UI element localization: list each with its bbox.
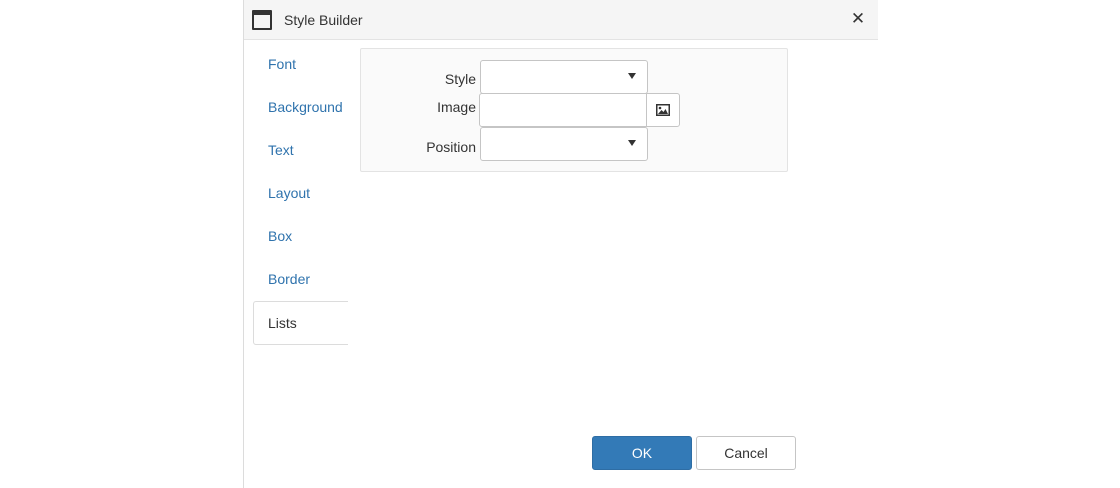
- tab-border[interactable]: Border: [253, 258, 348, 301]
- tab-background[interactable]: Background: [253, 86, 348, 129]
- style-label: Style: [444, 71, 476, 87]
- image-input[interactable]: [479, 93, 647, 127]
- image-label: Image: [437, 99, 476, 115]
- close-icon[interactable]: ✕: [848, 9, 868, 29]
- tab-font[interactable]: Font: [253, 43, 348, 86]
- style-select[interactable]: [480, 60, 648, 94]
- position-select[interactable]: [480, 127, 648, 161]
- tab-box[interactable]: Box: [253, 215, 348, 258]
- dialog-title: Style Builder: [284, 12, 363, 28]
- lists-panel: Style Image Position: [360, 48, 788, 172]
- dialog-titlebar[interactable]: Style Builder ✕: [244, 0, 878, 40]
- tab-layout[interactable]: Layout: [253, 172, 348, 215]
- tab-list: Font Background Text Layout Box Border L…: [253, 43, 348, 345]
- window-icon: [252, 10, 272, 30]
- ok-button[interactable]: OK: [592, 436, 692, 470]
- position-label: Position: [426, 139, 476, 155]
- cancel-button[interactable]: Cancel: [696, 436, 796, 470]
- image-icon: [656, 104, 670, 116]
- chevron-down-icon: [628, 140, 636, 146]
- chevron-down-icon: [628, 73, 636, 79]
- tab-text[interactable]: Text: [253, 129, 348, 172]
- image-browse-button[interactable]: [646, 93, 680, 127]
- tab-lists[interactable]: Lists: [253, 301, 348, 345]
- style-builder-dialog: Style Builder ✕ Font Background Text Lay…: [243, 0, 878, 488]
